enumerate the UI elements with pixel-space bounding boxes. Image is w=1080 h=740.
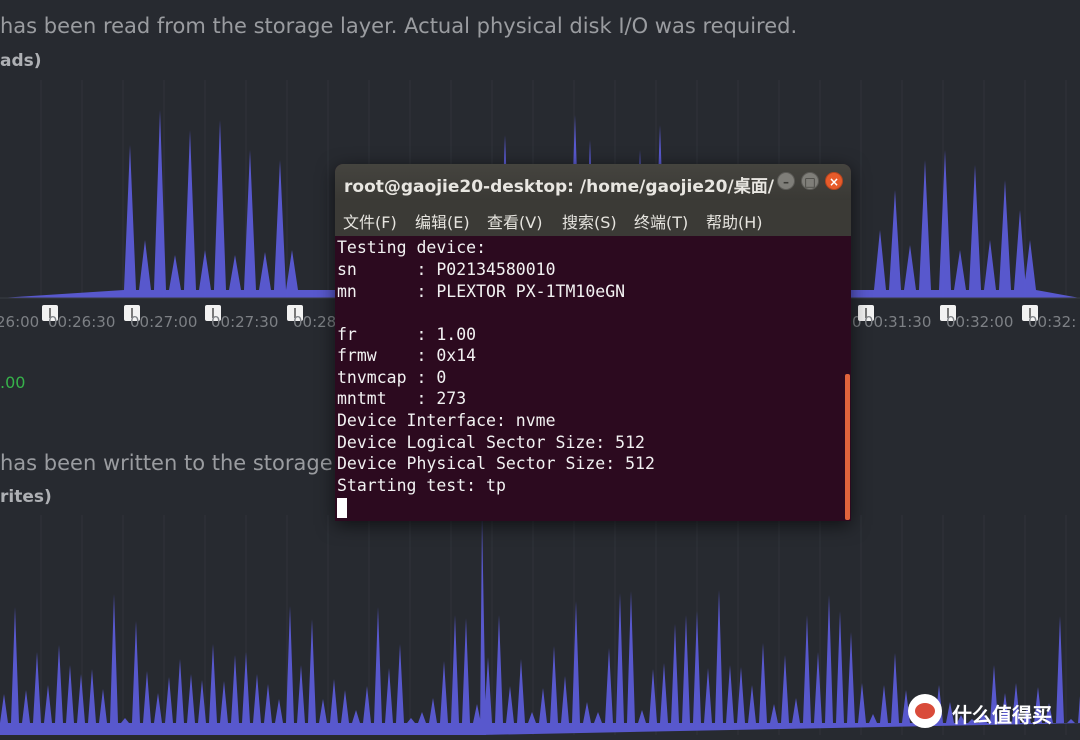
terminal-line: Device Physical Sector Size: 512 (337, 454, 655, 473)
terminal-line: tnvmcap : 0 (337, 368, 447, 387)
terminal-line: Device Interface: nvme (337, 411, 556, 430)
menu-search[interactable]: 搜索(S) (562, 209, 617, 233)
writes-description: has been written to the storage laye (0, 451, 384, 475)
text-cursor (337, 498, 347, 518)
terminal-line: Device Logical Sector Size: 512 (337, 433, 645, 452)
time-tick: 00:26:30 (48, 313, 116, 331)
minimize-icon[interactable]: – (777, 172, 795, 190)
time-tick: 00:31:30 (864, 313, 932, 331)
maximize-icon[interactable]: □ (801, 172, 819, 190)
menu-bar: 文件(F) 编辑(E) 查看(V) 搜索(S) 终端(T) 帮助(H) (335, 200, 851, 236)
time-tick: 00:32:00 (946, 313, 1014, 331)
menu-help[interactable]: 帮助(H) (706, 209, 763, 233)
terminal-line: fr : 1.00 (337, 325, 477, 344)
terminal-line: Starting test: tp (337, 476, 506, 495)
smzdm-logo-icon (908, 694, 942, 728)
window-title: root@gaojie20-desktop: /home/gaojie20/桌面… (344, 177, 774, 197)
menu-view[interactable]: 查看(V) (487, 209, 542, 233)
terminal-line: mn : PLEXTOR PX-1TM10eGN (337, 282, 626, 301)
green-value: .00 (0, 373, 26, 392)
menu-file[interactable]: 文件(F) (343, 209, 397, 233)
terminal-line: Testing device: (337, 238, 487, 257)
close-icon[interactable]: × (825, 172, 843, 190)
time-tick: 00:32: (1028, 313, 1077, 331)
reads-description: has been read from the storage layer. Ac… (0, 14, 798, 38)
terminal-line: sn : P02134580010 (337, 260, 556, 279)
terminal-scrollbar[interactable] (845, 374, 850, 520)
writes-subtitle: rites) (0, 487, 52, 507)
time-tick: 00:28 (293, 313, 337, 331)
menu-terminal[interactable]: 终端(T) (634, 209, 688, 233)
terminal-window[interactable]: root@gaojie20-desktop: /home/gaojie20/桌面… (335, 164, 851, 521)
window-titlebar[interactable]: root@gaojie20-desktop: /home/gaojie20/桌面… (335, 164, 851, 200)
terminal-line: mntmt : 273 (337, 389, 467, 408)
menu-edit[interactable]: 编辑(E) (415, 209, 470, 233)
terminal-line: frmw : 0x14 (337, 346, 477, 365)
watermark-text: 什么值得买 (952, 703, 1052, 727)
time-tick: 00:27:30 (211, 313, 279, 331)
time-tick: 00:27:00 (130, 313, 198, 331)
time-tick: 26:00 (0, 313, 40, 331)
reads-subtitle: ads) (0, 51, 42, 71)
terminal-output[interactable]: Testing device: sn : P02134580010 mn : P… (335, 236, 851, 521)
